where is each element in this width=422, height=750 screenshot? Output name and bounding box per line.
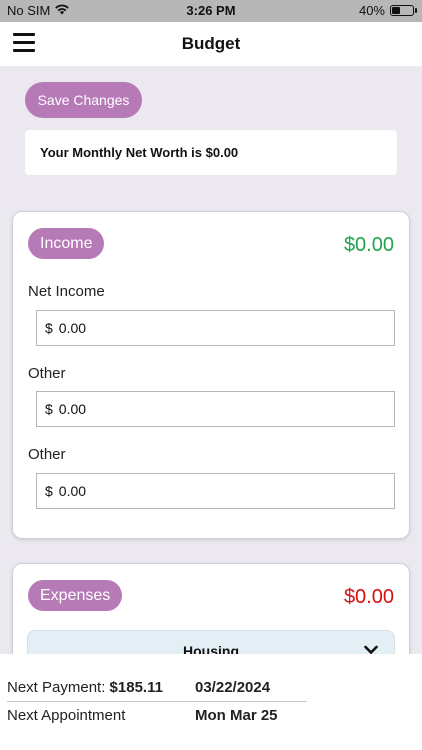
next-payment-amount: $185.11 xyxy=(109,679,163,696)
battery-percent: 40% xyxy=(358,3,385,18)
income-total: $0.00 xyxy=(343,234,394,256)
expenses-total: $0.00 xyxy=(343,586,394,608)
nav-bar: Budget xyxy=(0,22,422,66)
income-badge: Income xyxy=(28,228,105,259)
housing-label: Housing xyxy=(183,643,239,654)
battery-icon xyxy=(390,5,417,16)
other-income-input[interactable]: $ 0.00 xyxy=(36,391,395,427)
other-income-value: 0.00 xyxy=(58,401,87,417)
currency-symbol: $ xyxy=(45,483,53,499)
expenses-badge: Expenses xyxy=(28,580,123,611)
net-income-input[interactable]: $ 0.00 xyxy=(36,310,395,346)
footer-divider xyxy=(7,701,307,702)
currency-symbol: $ xyxy=(45,401,53,417)
expenses-card: Expenses $0.00 Housing xyxy=(12,563,410,654)
status-bar: No SIM 3:26 PM 40% xyxy=(0,0,422,22)
income-card: Income $0.00 Net Income $ 0.00 Other $ 0… xyxy=(12,211,410,539)
next-payment-label: Next Payment: xyxy=(7,679,106,696)
budget-content[interactable]: Save Changes Your Monthly Net Worth is $… xyxy=(0,66,422,654)
payment-footer: Next Payment: $185.11 03/22/2024 Next Ap… xyxy=(0,654,422,750)
next-payment-date: 03/22/2024 xyxy=(195,679,271,696)
net-worth-summary: Your Monthly Net Worth is $0.00 xyxy=(25,130,397,175)
other-income-value-2: 0.00 xyxy=(58,483,87,499)
next-appointment-date: Mon Mar 25 xyxy=(195,707,278,724)
currency-symbol: $ xyxy=(45,320,53,336)
net-income-label: Net Income xyxy=(28,283,105,300)
next-appointment-label: Next Appointment xyxy=(7,707,126,724)
save-changes-button[interactable]: Save Changes xyxy=(25,82,142,118)
page-title: Budget xyxy=(181,34,241,53)
chevron-down-icon xyxy=(364,642,378,654)
housing-category-toggle[interactable]: Housing xyxy=(27,630,395,654)
other-income-input-2[interactable]: $ 0.00 xyxy=(36,473,395,509)
other-income-label: Other xyxy=(28,365,66,382)
other-income-label-2: Other xyxy=(28,446,66,463)
net-income-value: 0.00 xyxy=(58,320,87,336)
next-payment-row: Next Payment: $185.11 xyxy=(7,679,163,696)
